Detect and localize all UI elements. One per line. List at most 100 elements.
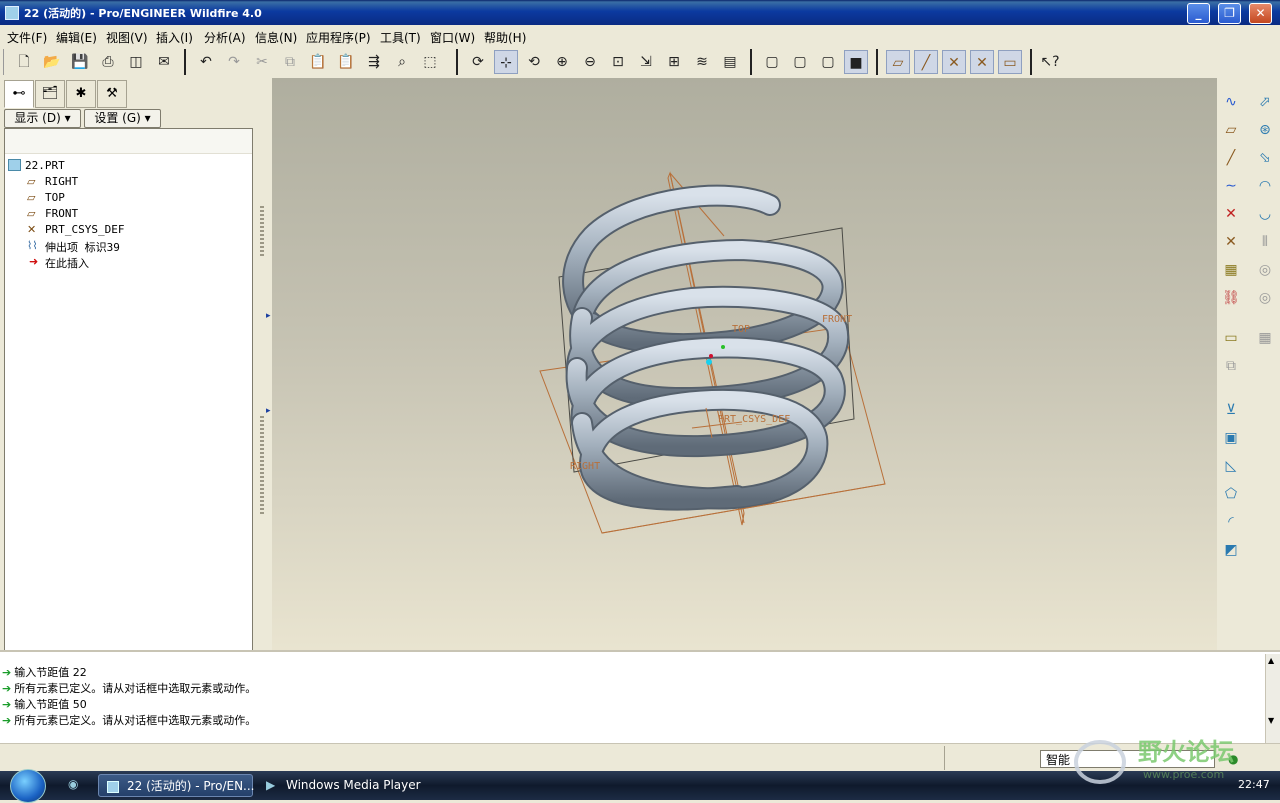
- scroll-down-icon[interactable]: ▼: [1268, 716, 1274, 725]
- shell-tool-icon[interactable]: ▣: [1219, 426, 1243, 450]
- menu-file[interactable]: 文件(F): [7, 29, 47, 46]
- save-icon[interactable]: 💾: [68, 50, 92, 74]
- regenerate-icon[interactable]: ⇶: [362, 50, 386, 74]
- close-button[interactable]: ✕: [1249, 3, 1272, 24]
- select-box-icon[interactable]: ⬚: [418, 50, 442, 74]
- tree-item-top[interactable]: TOP: [45, 191, 65, 204]
- draft-tool-icon[interactable]: ⬠: [1219, 482, 1243, 506]
- copy-feature-tool-icon[interactable]: ⧉: [1219, 354, 1243, 378]
- datum-point-tool-icon[interactable]: ✕: [1219, 202, 1243, 226]
- chamfer-tool-icon[interactable]: ◩: [1219, 538, 1243, 562]
- collapse-arrow-icon[interactable]: ▸: [266, 406, 271, 416]
- tree-item-protrusion[interactable]: 伸出项 标识39: [45, 239, 120, 255]
- extrude-tool-icon[interactable]: ⬀: [1253, 90, 1277, 114]
- media-player-icon: ▶: [266, 778, 276, 792]
- boundary-blend-tool-icon[interactable]: ◡: [1253, 202, 1277, 226]
- refit-icon[interactable]: ⊡: [606, 50, 630, 74]
- display-dropdown[interactable]: 显示 (D) ▾: [4, 109, 81, 128]
- cut-icon[interactable]: ✂: [250, 50, 274, 74]
- spin-center-icon[interactable]: ⊹: [494, 50, 518, 74]
- csys-tool-icon[interactable]: ✕: [1219, 230, 1243, 254]
- link-tool-icon[interactable]: ⛓: [1219, 286, 1243, 310]
- saved-views-icon[interactable]: ⊞: [662, 50, 686, 74]
- pattern-tool-icon[interactable]: ▦: [1253, 326, 1277, 350]
- collapse-arrow-icon[interactable]: ▸: [266, 311, 271, 321]
- analysis-tool-icon[interactable]: ▦: [1219, 258, 1243, 282]
- model-tree-panel: ⊷ 🗂 ✱ ⚒ 显示 (D) ▾ 设置 (G) ▾ 22.PRT ▱ RIGHT…: [0, 78, 260, 694]
- datum-curve-tool-icon[interactable]: ∼: [1219, 174, 1243, 198]
- sketch-tool-icon[interactable]: ∿: [1219, 90, 1243, 114]
- coord-sys-icon[interactable]: ✕: [970, 50, 994, 74]
- mail-icon[interactable]: ✉: [152, 50, 176, 74]
- zoom-in-icon[interactable]: ⊕: [550, 50, 574, 74]
- splitter-grip[interactable]: [260, 206, 264, 256]
- start-button[interactable]: [10, 769, 46, 803]
- undo-icon[interactable]: ↶: [194, 50, 218, 74]
- datum-points-icon[interactable]: ✕: [942, 50, 966, 74]
- scroll-up-icon[interactable]: ▲: [1268, 656, 1274, 665]
- trim-tool-icon[interactable]: ◎: [1253, 286, 1277, 310]
- round-tool-icon[interactable]: ◜: [1219, 510, 1243, 534]
- print-preview-icon[interactable]: ◫: [124, 50, 148, 74]
- no-hidden-icon[interactable]: ▢: [816, 50, 840, 74]
- datum-axis-tool-icon[interactable]: ╱: [1219, 146, 1243, 170]
- orient-mode-icon[interactable]: ⟲: [522, 50, 546, 74]
- group-tool-icon[interactable]: ▭: [1219, 326, 1243, 350]
- menu-view[interactable]: 视图(V): [106, 29, 148, 46]
- taskbar-item-media-player[interactable]: ▶ Windows Media Player: [258, 774, 428, 797]
- quick-launch-icon[interactable]: ◉: [68, 777, 84, 793]
- datum-plane-tool-icon[interactable]: ▱: [1219, 118, 1243, 142]
- shading-icon[interactable]: ■: [844, 50, 868, 74]
- view-manager-icon[interactable]: ▤: [718, 50, 742, 74]
- menu-analysis[interactable]: 分析(A): [204, 29, 246, 46]
- menu-info[interactable]: 信息(N): [255, 29, 297, 46]
- menu-help[interactable]: 帮助(H): [484, 29, 526, 46]
- copy-icon[interactable]: ⧉: [278, 50, 302, 74]
- rib-tool-icon[interactable]: ◺: [1219, 454, 1243, 478]
- reorient-icon[interactable]: ⇲: [634, 50, 658, 74]
- taskbar-item-proe[interactable]: 22 (活动的) - Pro/EN...: [98, 774, 255, 797]
- menu-applications[interactable]: 应用程序(P): [306, 29, 371, 46]
- menu-edit[interactable]: 编辑(E): [56, 29, 97, 46]
- menu-window[interactable]: 窗口(W): [430, 29, 475, 46]
- merge-tool-icon[interactable]: ◎: [1253, 258, 1277, 282]
- print-icon[interactable]: ⎙: [96, 50, 120, 74]
- tab-favorites[interactable]: ✱: [66, 80, 96, 108]
- settings-dropdown[interactable]: 设置 (G) ▾: [84, 109, 161, 128]
- blend-tool-icon[interactable]: ◠: [1253, 174, 1277, 198]
- redo-icon[interactable]: ↷: [222, 50, 246, 74]
- menu-tools[interactable]: 工具(T): [380, 29, 421, 46]
- minimize-button[interactable]: _: [1187, 3, 1210, 24]
- tree-item-csys[interactable]: PRT_CSYS_DEF: [45, 223, 124, 236]
- paste-icon[interactable]: 📋: [306, 50, 330, 74]
- tab-model-tree[interactable]: ⊷: [4, 80, 34, 108]
- hole-tool-icon[interactable]: ⊻: [1219, 398, 1243, 422]
- tree-item-insert-here[interactable]: 在此插入: [45, 255, 89, 271]
- datum-axes-icon[interactable]: ╱: [914, 50, 938, 74]
- tab-connections[interactable]: ⚒: [97, 80, 127, 108]
- mirror-tool-icon[interactable]: ⫴: [1253, 230, 1277, 254]
- menu-insert[interactable]: 插入(I): [156, 29, 193, 46]
- layers-icon[interactable]: ≋: [690, 50, 714, 74]
- zoom-out-icon[interactable]: ⊖: [578, 50, 602, 74]
- tree-item-part[interactable]: 22.PRT: [25, 159, 65, 172]
- wireframe-icon[interactable]: ▢: [760, 50, 784, 74]
- splitter-grip[interactable]: [260, 416, 264, 516]
- repaint-icon[interactable]: ⟳: [466, 50, 490, 74]
- sweep-tool-icon[interactable]: ⬂: [1253, 146, 1277, 170]
- open-folder-icon[interactable]: 📂: [40, 50, 64, 74]
- annotations-icon[interactable]: ▭: [998, 50, 1022, 74]
- context-help-icon[interactable]: ↖?: [1038, 50, 1062, 74]
- datum-planes-icon[interactable]: ▱: [886, 50, 910, 74]
- tree-item-front[interactable]: FRONT: [45, 207, 78, 220]
- panel-splitter[interactable]: ▸ ▸: [258, 78, 272, 650]
- paste-special-icon[interactable]: 📋: [334, 50, 358, 74]
- maximize-button[interactable]: ❐: [1218, 3, 1241, 24]
- graphics-viewport[interactable]: TOP FRONT RIGHT PRT_CSYS_DEF: [272, 78, 1217, 650]
- tab-folder-browser[interactable]: 🗂: [35, 80, 65, 108]
- new-file-icon[interactable]: 🗋: [12, 50, 36, 74]
- find-icon[interactable]: ⌕: [390, 50, 414, 74]
- revolve-tool-icon[interactable]: ⊛: [1253, 118, 1277, 142]
- hidden-line-icon[interactable]: ▢: [788, 50, 812, 74]
- tree-item-right[interactable]: RIGHT: [45, 175, 78, 188]
